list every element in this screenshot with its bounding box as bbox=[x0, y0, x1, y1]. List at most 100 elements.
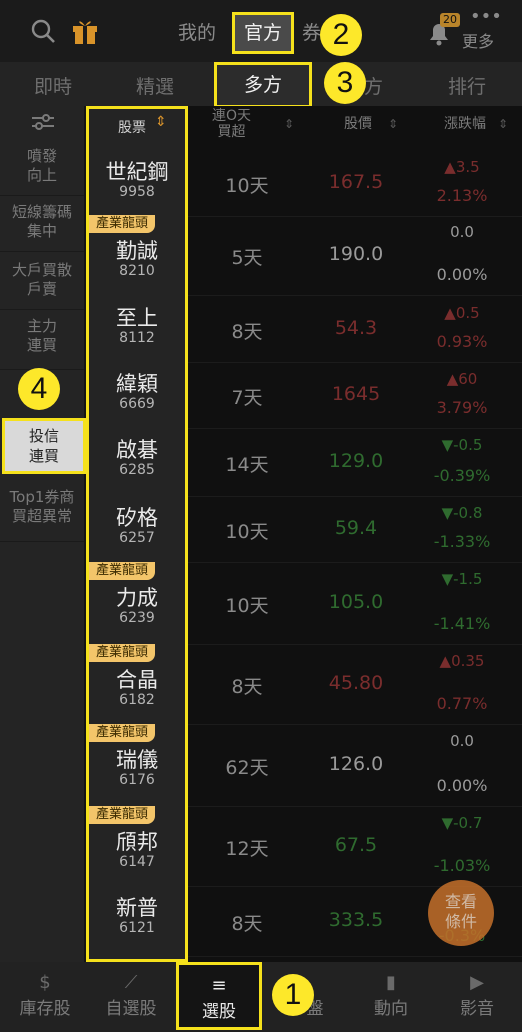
stock-name[interactable]: 合晶 bbox=[92, 664, 182, 694]
stock-name[interactable]: 世紀鋼 bbox=[92, 156, 182, 186]
sidebar-item-big-holders[interactable]: 大戶買散 戶賣 bbox=[0, 254, 84, 310]
industry-leader-tag: 產業龍頭 bbox=[89, 215, 155, 233]
col-header-stock[interactable]: 股票 bbox=[118, 117, 146, 137]
stock-code[interactable]: 6176 bbox=[92, 772, 182, 788]
buy-days: 62天 bbox=[225, 757, 269, 779]
gift-icon[interactable] bbox=[70, 16, 100, 46]
price-change: ▼-1.5 bbox=[441, 570, 483, 588]
industry-leader-tag: 產業龍頭 bbox=[89, 806, 155, 824]
price-change: ▼-0.5 bbox=[441, 436, 483, 454]
tab-mine[interactable]: 我的 bbox=[178, 18, 216, 45]
buy-days: 10天 bbox=[225, 521, 269, 543]
col-header-days[interactable]: 連O天 買超 bbox=[212, 108, 251, 140]
percent-change: 0.93% bbox=[436, 332, 488, 351]
subtab-ranking[interactable]: 排行 bbox=[448, 72, 486, 99]
stock-code[interactable]: 8210 bbox=[92, 263, 182, 279]
filter-settings-icon[interactable] bbox=[30, 112, 56, 132]
stock-code[interactable]: 6669 bbox=[92, 396, 182, 412]
search-icon[interactable] bbox=[30, 18, 56, 44]
col-header-change[interactable]: 漲跌幅 bbox=[444, 113, 486, 133]
percent-change: 0.77% bbox=[436, 694, 488, 713]
nav-label: 動向 bbox=[374, 999, 408, 1019]
row-divider bbox=[188, 216, 522, 217]
sort-icon[interactable]: ⇕ bbox=[284, 117, 294, 131]
row-divider bbox=[188, 496, 522, 497]
stock-price: 45.80 bbox=[328, 672, 384, 694]
price-change: 0.0 bbox=[450, 223, 474, 241]
subtab-featured[interactable]: 精選 bbox=[136, 72, 174, 99]
buy-days: 8天 bbox=[231, 321, 263, 343]
tab-broker[interactable]: 券 bbox=[302, 18, 321, 45]
percent-change: -0.39% bbox=[433, 466, 491, 485]
stock-code[interactable]: 8112 bbox=[92, 330, 182, 346]
nav-label: 自選股 bbox=[105, 999, 157, 1019]
sidebar-item-chip-concentration[interactable]: 短線籌碼 集中 bbox=[0, 196, 84, 252]
stock-code[interactable]: 6239 bbox=[92, 610, 182, 626]
stock-name[interactable]: 頎邦 bbox=[92, 826, 182, 856]
row-divider bbox=[188, 428, 522, 429]
percent-change: -1.03% bbox=[433, 856, 491, 875]
sidebar-item-trust-buying[interactable]: 投信 連買 bbox=[2, 418, 86, 474]
price-change: ▼-0.7 bbox=[441, 814, 483, 832]
subtab-bearish[interactable]: 方 bbox=[364, 72, 383, 99]
sort-icon[interactable]: ⇕ bbox=[388, 117, 398, 131]
percent-change: 2.13% bbox=[436, 186, 488, 205]
buy-days: 7天 bbox=[231, 387, 263, 409]
stock-code[interactable]: 6147 bbox=[92, 854, 182, 870]
price-change: ▲60 bbox=[446, 370, 478, 388]
stock-name[interactable]: 新普 bbox=[92, 892, 182, 922]
stock-name[interactable]: 至上 bbox=[92, 302, 182, 332]
stock-name[interactable]: 啟碁 bbox=[92, 434, 182, 464]
sort-active-icon[interactable]: ⇕ bbox=[155, 114, 167, 130]
notification-badge: 20 bbox=[440, 13, 460, 27]
stock-name[interactable]: 瑞儀 bbox=[92, 744, 182, 774]
industry-leader-tag: 產業龍頭 bbox=[89, 562, 155, 580]
buy-days: 8天 bbox=[231, 676, 263, 698]
subtab-bullish[interactable]: 多方 bbox=[214, 62, 312, 108]
price-change: ▲0.35 bbox=[439, 652, 485, 670]
more-dots-icon[interactable]: ••• bbox=[470, 8, 502, 26]
stock-price: 333.5 bbox=[328, 909, 384, 931]
stock-name[interactable]: 力成 bbox=[92, 582, 182, 612]
nav-holdings[interactable]: $ 庫存股 bbox=[2, 962, 88, 1032]
stock-code[interactable]: 6121 bbox=[92, 920, 182, 936]
industry-leader-tag: 產業龍頭 bbox=[89, 724, 155, 742]
stock-code[interactable]: 6257 bbox=[92, 530, 182, 546]
sidebar-item-breakout[interactable]: 噴發 向上 bbox=[0, 140, 84, 196]
buy-days: 12天 bbox=[225, 838, 269, 860]
buy-days: 10天 bbox=[225, 175, 269, 197]
col-header-price[interactable]: 股價 bbox=[344, 113, 372, 133]
sidebar-item-top-broker[interactable]: Top1券商 買超異常 bbox=[0, 486, 84, 542]
nav-trend[interactable]: ▮ 動向 bbox=[348, 962, 434, 1032]
chart-icon: ⟋ bbox=[124, 972, 138, 993]
view-conditions-button[interactable]: 查看 條件 bbox=[428, 880, 494, 946]
stock-code[interactable]: 6285 bbox=[92, 462, 182, 478]
price-change: ▼-0.8 bbox=[441, 504, 483, 522]
stock-name[interactable]: 緯穎 bbox=[92, 368, 182, 398]
callout-4: 4 bbox=[18, 368, 60, 410]
price-change: 0.0 bbox=[450, 732, 474, 750]
stock-code[interactable]: 6182 bbox=[92, 692, 182, 708]
nav-video[interactable]: ▶ 影音 bbox=[434, 962, 520, 1032]
nav-watchlist[interactable]: ⟋ 自選股 bbox=[88, 962, 174, 1032]
callout-1: 1 bbox=[272, 974, 314, 1016]
sort-icon[interactable]: ⇕ bbox=[498, 117, 508, 131]
row-divider bbox=[188, 806, 522, 807]
subtab-realtime[interactable]: 即時 bbox=[34, 72, 72, 99]
database-icon: ≡ bbox=[211, 975, 227, 996]
more-label[interactable]: 更多 bbox=[462, 28, 494, 52]
tab-official[interactable]: 官方 bbox=[232, 12, 294, 54]
buy-days: 14天 bbox=[225, 454, 269, 476]
stock-name[interactable]: 矽格 bbox=[92, 502, 182, 532]
building-icon: ▮ bbox=[386, 972, 396, 993]
stock-code[interactable]: 9958 bbox=[92, 184, 182, 200]
stock-price: 126.0 bbox=[328, 753, 384, 775]
industry-leader-tag: 產業龍頭 bbox=[89, 644, 155, 662]
row-divider bbox=[188, 295, 522, 296]
sidebar-item-main-force[interactable]: 主力 連買 bbox=[0, 314, 84, 370]
stock-name[interactable]: 勤誠 bbox=[92, 235, 182, 265]
row-divider bbox=[188, 644, 522, 645]
nav-label: 影音 bbox=[460, 999, 494, 1019]
row-divider bbox=[188, 724, 522, 725]
nav-stock-screener[interactable]: ≡ 選股 bbox=[176, 962, 262, 1030]
